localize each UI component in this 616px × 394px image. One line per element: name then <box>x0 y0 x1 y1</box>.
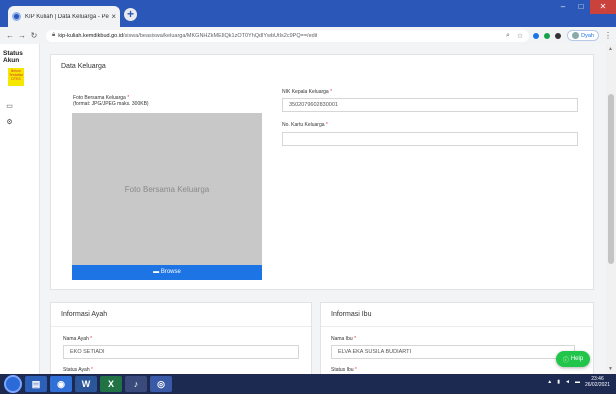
tab-close-icon[interactable]: × <box>111 12 116 21</box>
omnibox-actions: ⌕ ☆ <box>506 32 523 40</box>
word-icon[interactable]: W <box>75 376 97 392</box>
folder-icon: ▬ <box>153 269 160 275</box>
required-mark: * <box>90 336 93 342</box>
tray-arrow-icon[interactable]: ▲ <box>547 379 552 385</box>
sidebar: Status Akun Belum Terdaftar DTKS ▭ ⚙ <box>0 44 40 374</box>
new-tab-button[interactable]: + <box>124 8 137 21</box>
back-arrow-icon[interactable]: ← <box>4 31 16 40</box>
informasi-ibu-card: Informasi Ibu Nama Ibu * ELVA EKA SUSILA… <box>320 302 594 382</box>
form-icon[interactable]: ▭ <box>5 102 14 111</box>
chrome-icon[interactable]: ◉ <box>50 376 72 392</box>
site-favicon-icon <box>12 12 21 21</box>
informasi-ayah-card: Informasi Ayah Nama Ayah * EKO SETIADI S… <box>50 302 312 382</box>
browse-label: Browse <box>160 269 181 275</box>
page-scrollbar[interactable]: ▲ ▼ <box>606 44 616 374</box>
minimize-icon[interactable]: – <box>554 0 572 14</box>
nik-label: NIK Kepala Keluarga * <box>282 89 332 95</box>
screen: { "browser": { "tab_title": "KIP Kuliah … <box>0 0 616 394</box>
forward-arrow-icon[interactable]: → <box>16 31 28 40</box>
start-button-icon[interactable] <box>4 375 22 393</box>
ayah-status-label: Status Ayah * <box>63 367 93 373</box>
ayah-name-input[interactable]: EKO SETIADI <box>63 345 299 359</box>
browser-tab[interactable]: KIP Kuliah | Data Keluarga - Perl × <box>8 6 120 27</box>
required-mark: * <box>330 89 333 95</box>
tab-title: KIP Kuliah | Data Keluarga - Perl <box>25 13 110 20</box>
file-explorer-icon[interactable]: ▤ <box>25 376 47 392</box>
scroll-down-icon[interactable]: ▼ <box>608 366 613 372</box>
kk-label-text: No. Kartu Keluarga <box>282 122 325 128</box>
ayah-status-label-text: Status Ayah <box>63 367 90 373</box>
scrollbar-thumb[interactable] <box>608 94 614 264</box>
volume-icon[interactable]: ◄ <box>565 379 570 385</box>
extensions-area <box>533 32 562 39</box>
photo-hint: (format: JPG/JPEG maks. 300KB) <box>73 101 149 107</box>
required-mark: * <box>91 367 93 373</box>
ayah-name-label: Nama Ayah * <box>63 336 92 342</box>
browser-tab-strip: KIP Kuliah | Data Keluarga - Perl × + – … <box>0 0 616 27</box>
media-icon[interactable]: ♪ <box>125 376 147 392</box>
help-button[interactable]: ⓘ Help <box>556 351 590 367</box>
nik-label-text: NIK Kepala Keluarga <box>282 89 329 95</box>
windows-taskbar: ▤ ◉ W X ♪ ◎ ▲ ▮ ◄ ▬ 23:46 26/02/2021 <box>0 374 616 394</box>
url-domain: kip-kuliah.kemdikbud.go.id <box>58 32 124 39</box>
browser-toolbar: ← → ↻ 🔒︎ kip-kuliah.kemdikbud.go.id/sisw… <box>0 27 616 44</box>
scroll-up-icon[interactable]: ▲ <box>608 46 613 52</box>
informasi-ibu-title: Informasi Ibu <box>321 303 593 327</box>
excel-icon[interactable]: X <box>100 376 122 392</box>
close-window-icon[interactable]: ✕ <box>590 0 616 14</box>
ibu-status-label-text: Status Ibu <box>331 367 354 373</box>
puzzle-icon[interactable] <box>555 32 562 39</box>
avatar <box>572 32 580 39</box>
more-menu-icon[interactable]: ⋮ <box>604 31 612 40</box>
lock-icon: 🔒︎ <box>52 32 56 38</box>
clock-date: 26/02/2021 <box>584 382 610 388</box>
status-akun-title: Status Akun <box>3 50 23 64</box>
informasi-ayah-title: Informasi Ayah <box>51 303 311 327</box>
required-mark: * <box>325 122 328 128</box>
help-icon: ⓘ <box>562 357 569 364</box>
url-path: /siswa/beasiswa/keluarga/MKGNHZkMEIlQk1z… <box>123 32 318 39</box>
status-badge: Belum Terdaftar DTKS <box>8 68 24 86</box>
browse-button[interactable]: ▬ Browse <box>72 265 262 280</box>
data-keluarga-title: Data Keluarga <box>61 63 106 70</box>
window-controls: – □ ✕ <box>554 0 616 14</box>
network-icon[interactable]: ▮ <box>557 379 560 385</box>
clock[interactable]: 23:46 26/02/2021 <box>585 376 610 388</box>
extension-blue-icon[interactable] <box>533 32 540 39</box>
photo-label: Foto Bersama Keluarga * (format: JPG/JPE… <box>73 95 149 107</box>
ayah-name-label-text: Nama Ayah <box>63 336 89 342</box>
profile-button[interactable]: Dyah <box>567 30 599 41</box>
extension-green-icon[interactable] <box>544 32 551 39</box>
help-label: Help <box>570 356 584 362</box>
ibu-name-input[interactable]: ELVA EKA SUSILA BUDIARTI <box>331 345 575 359</box>
ibu-name-label: Nama Ibu * <box>331 336 356 342</box>
zoom-icon[interactable]: ⌕ <box>506 32 510 40</box>
reload-icon[interactable]: ↻ <box>28 31 40 40</box>
kk-input[interactable] <box>282 132 578 146</box>
required-mark: * <box>354 367 357 373</box>
ibu-status-label: Status Ibu * <box>331 367 357 373</box>
nik-input[interactable]: 3502079602830001 <box>282 98 578 112</box>
url-text: kip-kuliah.kemdikbud.go.id/siswa/beasisw… <box>58 33 317 39</box>
address-bar[interactable]: 🔒︎ kip-kuliah.kemdikbud.go.id/siswa/beas… <box>46 29 530 42</box>
settings-icon[interactable]: ⚙ <box>5 118 14 127</box>
photo-preview: Foto Bersama Keluarga <box>72 113 262 265</box>
ibu-name-label-text: Nama Ibu <box>331 336 353 342</box>
maximize-icon[interactable]: □ <box>572 0 590 14</box>
kk-label: No. Kartu Keluarga * <box>282 122 328 128</box>
star-icon[interactable]: ☆ <box>517 32 523 40</box>
system-tray: ▲ ▮ ◄ ▬ 23:46 26/02/2021 <box>547 376 610 388</box>
profile-name: Dyah <box>581 32 594 39</box>
app-icon[interactable]: ◎ <box>150 376 172 392</box>
photo-placeholder: Foto Bersama Keluarga <box>124 184 210 194</box>
required-mark: * <box>354 336 357 342</box>
data-keluarga-card: Data Keluarga Foto Bersama Keluarga * (f… <box>50 54 594 290</box>
main-content: Data Keluarga Foto Bersama Keluarga * (f… <box>44 50 604 382</box>
battery-icon[interactable]: ▬ <box>575 379 580 385</box>
